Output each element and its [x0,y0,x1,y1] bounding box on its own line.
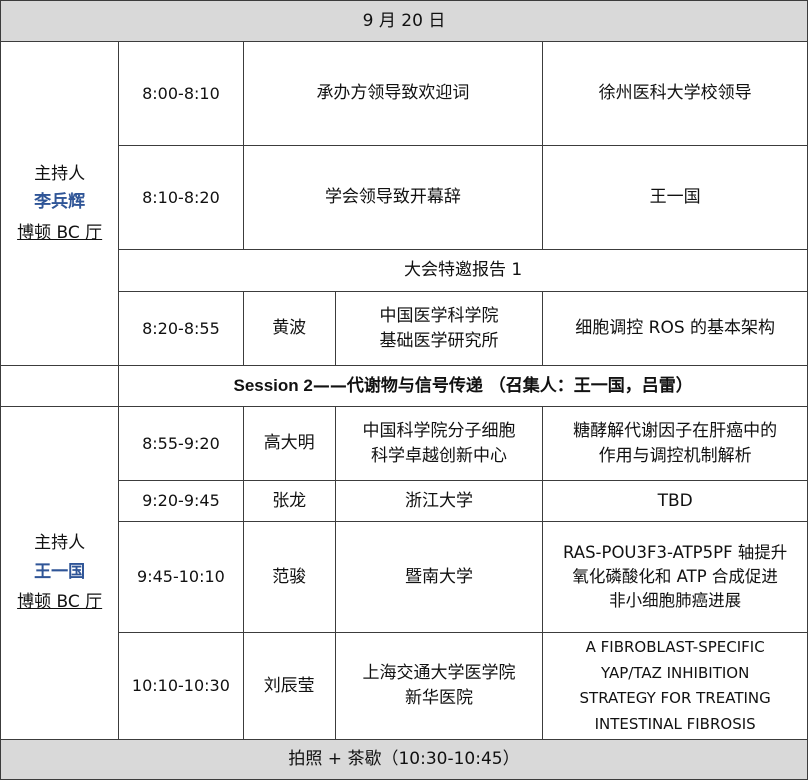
agenda-content: 承办方领导致欢迎词 [242,41,544,146]
speaker-name: 黄波 [242,291,336,366]
speaker-name: 范骏 [242,521,336,633]
affiliation-cell: 浙江大学 [334,480,544,522]
affiliation-line: 新华医院 [405,688,474,708]
table-row: 9:20-9:45 张龙 浙江大学 TBD [1,480,808,522]
talk-title-line: A FIBROBLAST-SPECIFIC [585,638,765,656]
date-header-row: 9 月 20 日 [0,0,808,42]
talk-title: TBD [542,480,808,522]
affiliation-cell: 暨南大学 [334,521,544,633]
date-header: 9 月 20 日 [0,0,808,42]
table-row: 主持人 李兵辉 博顿 BC 厅 8:00-8:10 承办方领导致欢迎词 徐州医科… [0,41,808,366]
talk-title-line: 非小细胞肺癌进展 [609,590,742,610]
speaker-name: 刘辰莹 [242,632,336,740]
room-name: 博顿 BC 厅 [17,222,103,243]
talk-title: A FIBROBLAST-SPECIFIC YAP/TAZ INHIBITION… [542,632,808,740]
talk-title-line: 作用与调控机制解析 [598,445,752,466]
table-row: 10:10-10:30 刘辰莹 上海交通大学医学院 新华医院 A FIBROBL… [1,632,808,740]
talk-title-line: STRATEGY FOR TREATING [579,689,771,707]
room-name: 博顿 BC 厅 [17,592,103,613]
host-label: 主持人 [34,533,86,554]
time-cell: 10:10-10:30 [118,632,244,740]
table-row: 8:10-8:20 学会领导致开幕辞 王一国 [1,145,808,250]
speaker-name: 张龙 [242,480,336,522]
talk-title-line: 糖酵解代谢因子在肝癌中的 [573,420,778,441]
speaker-name: 高大明 [242,406,336,481]
table-row: 主持人 王一国 博顿 BC 厅 8:55-9:20 高大明 中国科学院分子细胞 … [0,406,808,740]
schedule-table: 9 月 20 日 主持人 李兵辉 博顿 BC 厅 8:00-8:10 承办方领导… [0,0,808,780]
affiliation-line: 上海交通大学医学院 [362,663,516,684]
time-cell: 8:20-8:55 [118,291,244,366]
talk-title-line: YAP/TAZ INHIBITION [600,663,750,682]
session-subtitle: ——代谢物与信号传递 （召集人：王一国，吕雷） [312,375,693,396]
break-row: 拍照 + 茶歇（10:30-10:45） [0,739,808,780]
host-name: 李兵辉 [34,192,86,213]
session-empty-cell [0,365,120,407]
time-cell: 8:55-9:20 [118,406,244,481]
session-prefix: Session 2 [233,375,313,395]
host-label: 主持人 [34,163,86,184]
talk-title-line: RAS-POU3F3-ATP5PF 轴提升 [562,543,788,563]
time-cell: 8:10-8:20 [118,145,244,250]
talk-title-line: 氧化磷酸化和 ATP 合成促进 [572,567,778,587]
time-cell: 9:20-9:45 [118,480,244,522]
session-row: Session 2——代谢物与信号传递 （召集人：王一国，吕雷） [0,365,808,407]
speaker-cell: 徐州医科大学校领导 [542,41,808,146]
agenda-content: 学会领导致开幕辞 [242,145,544,250]
break-cell: 拍照 + 茶歇（10:30-10:45） [0,739,808,780]
section-title: 大会特邀报告 1 [118,249,808,292]
affiliation-line: 科学卓越创新中心 [371,445,508,466]
talk-title: 糖酵解代谢因子在肝癌中的 作用与调控机制解析 [542,406,808,481]
table-row: 8:20-8:55 黄波 中国医学科学院 基础医学研究所 细胞调控 ROS 的基… [1,291,808,366]
host-cell: 主持人 王一国 博顿 BC 厅 [0,406,120,740]
speaker-cell: 王一国 [542,145,808,250]
table-row: 9:45-10:10 范骏 暨南大学 RAS-POU3F3-ATP5PF 轴提升… [1,521,808,633]
time-cell: 9:45-10:10 [118,521,244,633]
affiliation-cell: 上海交通大学医学院 新华医院 [334,632,544,740]
affiliation-line: 中国医学科学院 [379,305,499,326]
affiliation-line: 基础医学研究所 [379,330,499,351]
session-title: Session 2——代谢物与信号传递 （召集人：王一国，吕雷） [118,365,808,407]
affiliation-line: 中国科学院分子细胞 [362,420,516,441]
host-cell: 主持人 李兵辉 博顿 BC 厅 [0,41,120,366]
time-cell: 8:00-8:10 [118,41,244,146]
section-title-row: 大会特邀报告 1 [1,249,808,292]
talk-title: 细胞调控 ROS 的基本架构 [542,291,808,366]
affiliation-cell: 中国科学院分子细胞 科学卓越创新中心 [334,406,544,481]
talk-title-line: INTESTINAL FIBROSIS [594,714,756,733]
talk-title: RAS-POU3F3-ATP5PF 轴提升 氧化磷酸化和 ATP 合成促进 非小… [542,521,808,633]
host-name: 王一国 [34,561,86,582]
affiliation-cell: 中国医学科学院 基础医学研究所 [334,291,544,366]
